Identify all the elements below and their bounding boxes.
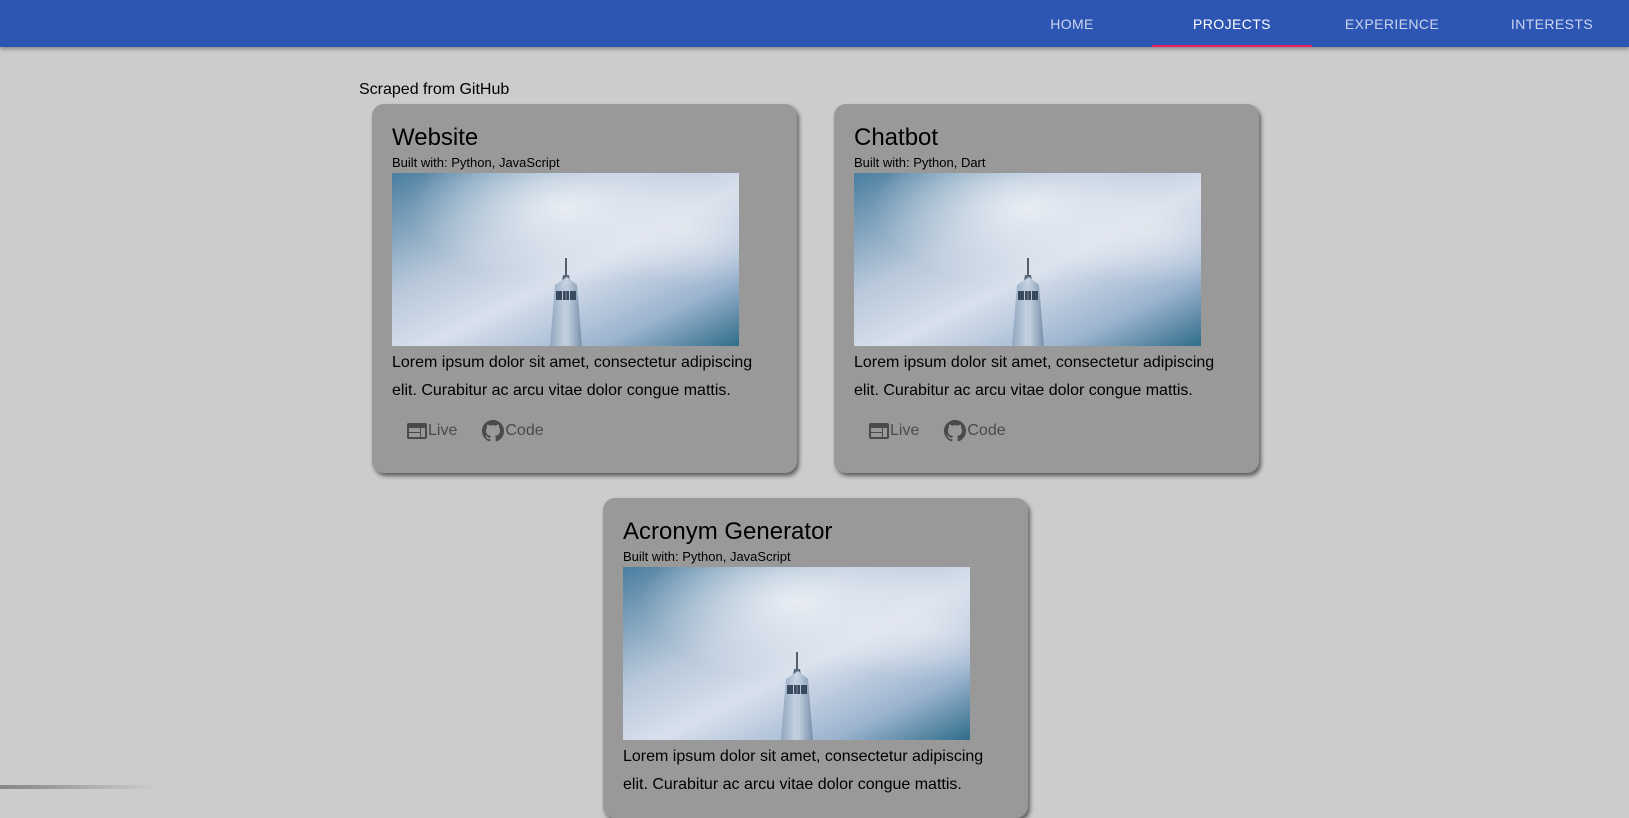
project-card: Chatbot Built with: Python, Dart Lorem i… [834,104,1259,473]
code-label: Code [505,422,544,439]
project-card: Website Built with: Python, JavaScript L… [372,104,797,473]
code-label: Code [967,422,1006,439]
tab-interests[interactable]: INTERESTS [1472,0,1629,47]
live-button[interactable]: Live [868,422,919,440]
horizontal-scroll-shadow [0,785,155,789]
tab-projects[interactable]: PROJECTS [1152,0,1312,47]
project-built-with: Built with: Python, JavaScript [392,155,560,170]
project-image [392,173,739,346]
tab-home[interactable]: HOME [992,0,1152,47]
live-button[interactable]: Live [406,422,457,440]
project-image [623,567,970,740]
page-subtitle: Scraped from GitHub [359,81,510,98]
github-icon [943,419,967,443]
project-title: Chatbot [854,124,939,151]
project-actions: Live Code [392,414,777,448]
web-icon [406,422,428,440]
tab-experience[interactable]: EXPERIENCE [1312,0,1472,47]
project-card: Acronym Generator Built with: Python, Ja… [603,498,1028,818]
project-actions: Live Code [854,414,1239,448]
github-icon [481,419,505,443]
code-button[interactable]: Code [481,419,544,443]
project-description: Lorem ipsum dolor sit amet, consectetur … [854,354,1215,399]
project-title: Website [392,124,479,151]
active-tab-indicator [1152,45,1312,47]
project-built-with: Built with: Python, JavaScript [623,549,791,564]
live-label: Live [890,422,920,439]
web-icon [868,422,890,440]
project-image [854,173,1201,346]
project-title: Acronym Generator [623,518,833,545]
live-label: Live [428,422,458,439]
code-button[interactable]: Code [943,419,1006,443]
project-description: Lorem ipsum dolor sit amet, consectetur … [623,748,984,793]
app-bar: HOME PROJECTS EXPERIENCE INTERESTS [0,0,1629,47]
project-built-with: Built with: Python, Dart [854,155,986,170]
project-description: Lorem ipsum dolor sit amet, consectetur … [392,354,753,399]
